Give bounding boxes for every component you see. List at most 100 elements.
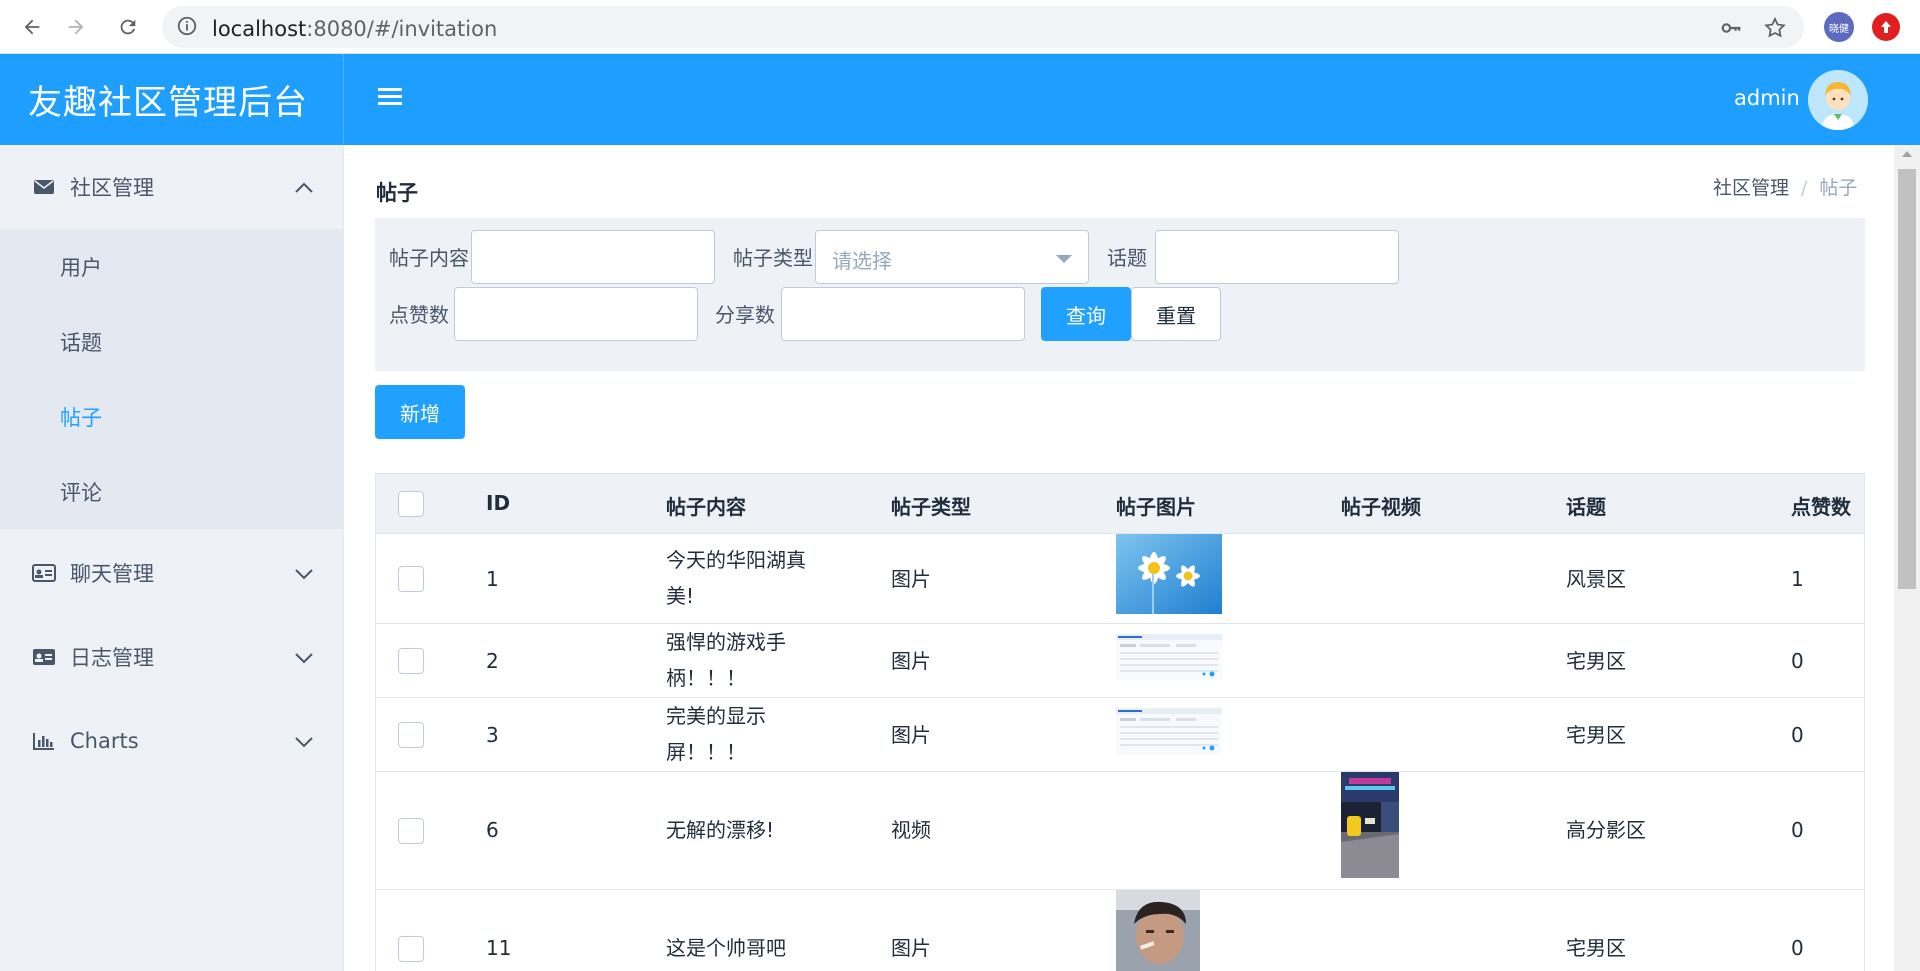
search-form: 帖子内容 帖子类型 请选择 话题 点赞数 分享数 查询 重置 <box>375 218 1865 371</box>
breadcrumb-item-community[interactable]: 社区管理 <box>1713 177 1789 199</box>
post-image-thumbnail[interactable] <box>1116 890 1200 971</box>
address-bar[interactable]: localhost:8080/#/invitation <box>162 6 1804 48</box>
cell-id: 2 <box>486 649 499 673</box>
url-text: localhost:8080/#/invitation <box>212 17 498 41</box>
select-all-checkbox[interactable] <box>398 491 424 517</box>
post-video-thumbnail[interactable] <box>1341 772 1399 878</box>
cell-id: 3 <box>486 723 499 747</box>
sidebar-item-comments[interactable]: 评论 <box>0 454 344 529</box>
bar-chart-icon <box>30 732 58 750</box>
key-icon[interactable] <box>1718 15 1744 41</box>
shares-input[interactable] <box>781 287 1025 341</box>
chevron-up-icon <box>294 175 314 199</box>
sidebar-item-topics[interactable]: 话题 <box>0 304 344 379</box>
column-header-video[interactable]: 帖子视频 <box>1341 491 1421 520</box>
app-title: 友趣社区管理后台 <box>28 83 308 123</box>
topic-label: 话题 <box>1107 246 1147 270</box>
post-image-thumbnail[interactable] <box>1116 708 1222 754</box>
sidebar-group-label: 社区管理 <box>70 176 154 200</box>
sidebar-group-chat[interactable]: 聊天管理 <box>0 531 344 615</box>
scrollbar-thumb[interactable] <box>1898 169 1916 589</box>
chevron-down-icon <box>294 645 314 669</box>
cell-topic: 宅男区 <box>1566 649 1626 673</box>
caret-down-icon <box>1056 255 1072 263</box>
table-row[interactable]: 3 完美的显示 屏！！！ 图片 宅男区 0 <box>376 698 1864 772</box>
table-row[interactable]: 2 强悍的游戏手 柄！！！ 图片 宅男区 0 <box>376 624 1864 698</box>
username[interactable]: admin <box>1734 86 1800 110</box>
add-button[interactable]: 新增 <box>375 385 465 439</box>
bookmark-star-icon[interactable] <box>1762 15 1788 41</box>
column-header-type[interactable]: 帖子类型 <box>891 491 971 520</box>
cell-content: 强悍的游戏手 柄！！！ <box>666 630 786 690</box>
type-select[interactable]: 请选择 <box>815 230 1089 284</box>
cell-type: 图片 <box>891 723 931 747</box>
type-label: 帖子类型 <box>733 246 813 270</box>
column-header-topic[interactable]: 话题 <box>1566 491 1606 520</box>
post-image-thumbnail[interactable] <box>1116 634 1222 680</box>
content-input[interactable] <box>471 230 715 284</box>
avatar[interactable] <box>1808 70 1868 130</box>
sidebar-group-community[interactable]: 社区管理 <box>0 145 344 229</box>
cell-likes: 0 <box>1791 936 1804 960</box>
cell-topic: 宅男区 <box>1566 936 1626 960</box>
browser-toolbar: localhost:8080/#/invitation 晓健 <box>0 0 1920 54</box>
column-header-image[interactable]: 帖子图片 <box>1116 491 1196 520</box>
back-icon[interactable] <box>14 9 50 45</box>
content-label: 帖子内容 <box>389 246 469 270</box>
row-checkbox[interactable] <box>398 936 424 962</box>
forward-icon[interactable] <box>58 9 94 45</box>
page-title: 帖子 <box>376 181 418 205</box>
post-image-thumbnail[interactable] <box>1116 534 1222 614</box>
menu-toggle-icon[interactable] <box>378 88 402 108</box>
row-checkbox[interactable] <box>398 818 424 844</box>
extension-icon[interactable] <box>1872 13 1900 41</box>
cell-id: 11 <box>486 936 512 960</box>
scroll-up-icon[interactable] <box>1902 151 1912 157</box>
cell-topic: 高分影区 <box>1566 818 1646 842</box>
row-checkbox[interactable] <box>398 722 424 748</box>
id-card-icon <box>30 564 58 582</box>
cell-type: 视频 <box>891 818 931 842</box>
chevron-down-icon <box>294 561 314 585</box>
app-logo: 友趣社区管理后台 <box>0 54 344 145</box>
row-checkbox[interactable] <box>398 566 424 592</box>
cell-type: 图片 <box>891 567 931 591</box>
table-row[interactable]: 1 今天的华阳湖真 美! 图片 风景区 1 <box>376 534 1864 624</box>
column-header-id[interactable]: ID <box>486 491 510 515</box>
likes-input[interactable] <box>454 287 698 341</box>
breadcrumb: 社区管理 / 帖子 <box>1713 173 1857 200</box>
column-header-content[interactable]: 帖子内容 <box>666 491 746 520</box>
shares-label: 分享数 <box>715 303 775 327</box>
profile-avatar[interactable]: 晓健 <box>1824 12 1854 42</box>
cell-content: 今天的华阳湖真 美! <box>666 548 806 608</box>
type-select-placeholder: 请选择 <box>832 249 892 273</box>
likes-label: 点赞数 <box>389 303 449 327</box>
table-row[interactable]: 6 无解的漂移! 视频 高分影区 0 <box>376 772 1864 890</box>
main-content: 帖子 社区管理 / 帖子 帖子内容 帖子类型 请选择 话题 点赞数 分享数 查询 重… <box>344 145 1894 971</box>
row-checkbox[interactable] <box>398 648 424 674</box>
topic-input[interactable] <box>1155 230 1399 284</box>
sidebar-group-charts[interactable]: Charts <box>0 699 344 783</box>
sidebar-group-logs[interactable]: 日志管理 <box>0 615 344 699</box>
cell-likes: 0 <box>1791 723 1804 747</box>
reload-icon[interactable] <box>110 9 146 45</box>
sidebar-submenu-community: 用户 话题 帖子 评论 <box>0 229 344 529</box>
chevron-down-icon <box>294 729 314 753</box>
cell-likes: 1 <box>1791 567 1804 591</box>
column-header-likes[interactable]: 点赞数 <box>1791 491 1851 520</box>
reset-button[interactable]: 重置 <box>1131 287 1221 341</box>
query-button[interactable]: 查询 <box>1041 287 1131 341</box>
cell-likes: 0 <box>1791 649 1804 673</box>
sidebar-item-users[interactable]: 用户 <box>0 229 344 304</box>
sidebar: 社区管理 用户 话题 帖子 评论 聊天管理 日志管理 Charts <box>0 145 344 971</box>
cell-id: 6 <box>486 818 499 842</box>
vertical-scrollbar[interactable] <box>1894 145 1920 971</box>
top-navbar: admin <box>344 54 1920 145</box>
sidebar-item-posts[interactable]: 帖子 <box>0 379 344 454</box>
cell-type: 图片 <box>891 649 931 673</box>
info-icon[interactable] <box>176 15 198 41</box>
cell-content: 这是个帅哥吧 <box>666 936 786 960</box>
sidebar-group-label: 日志管理 <box>70 646 154 670</box>
table-row[interactable]: 11 这是个帅哥吧 图片 宅男区 0 <box>376 890 1864 971</box>
table-header: ID 帖子内容 帖子类型 帖子图片 帖子视频 话题 点赞数 <box>376 474 1864 534</box>
